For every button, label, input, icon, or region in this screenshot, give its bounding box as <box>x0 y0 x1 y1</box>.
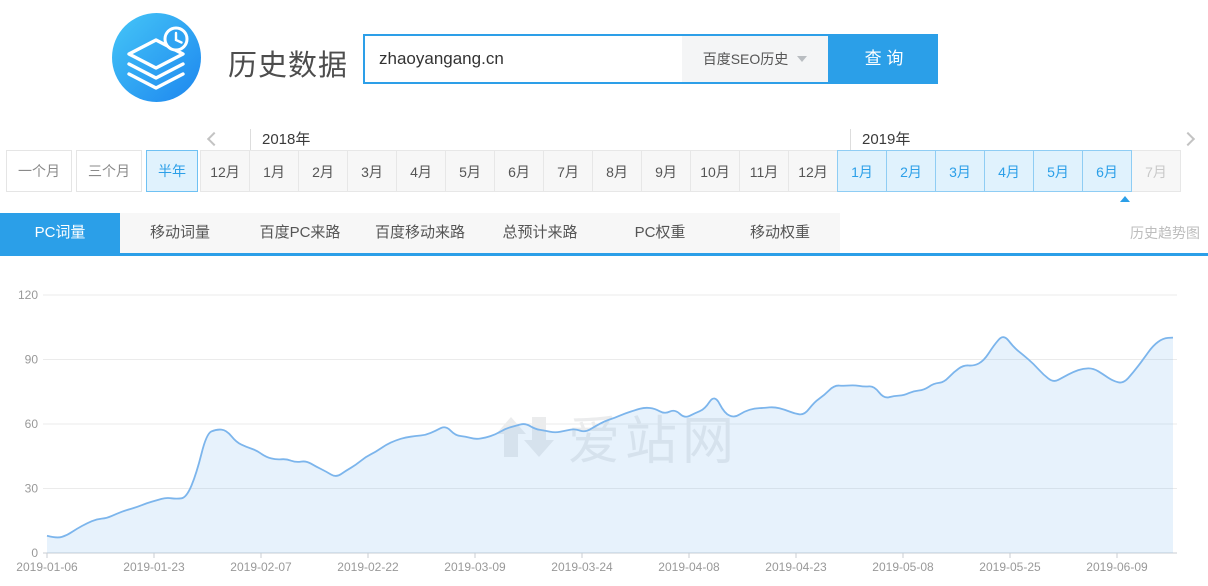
month-cell-2[interactable]: 2月 <box>298 150 348 192</box>
y-tick-label: 0 <box>31 546 38 560</box>
tab-0[interactable]: PC词量 <box>0 213 120 253</box>
month-cell-7[interactable]: 7月 <box>543 150 593 192</box>
metric-tab-bar: PC词量移动词量百度PC来路百度移动来路总预计来路PC权重移动权重 <box>0 213 840 253</box>
app-logo <box>112 13 201 102</box>
x-tick-label: 2019-05-08 <box>872 560 934 574</box>
month-cell-9[interactable]: 9月 <box>641 150 691 192</box>
month-cell-18[interactable]: 6月 <box>1082 150 1132 192</box>
month-cell-10[interactable]: 10月 <box>690 150 740 192</box>
y-tick-label: 60 <box>25 417 39 431</box>
x-tick-label: 2019-01-23 <box>123 560 185 574</box>
period-tab-0[interactable]: 一个月 <box>6 150 72 192</box>
y-tick-label: 90 <box>25 353 39 367</box>
month-cell-19: 7月 <box>1131 150 1181 192</box>
x-tick-label: 2019-06-09 <box>1086 560 1148 574</box>
x-tick-label: 2019-03-09 <box>444 560 506 574</box>
tab-5[interactable]: PC权重 <box>600 213 720 253</box>
year-label-1: 2019年 <box>850 129 910 150</box>
query-button[interactable]: 查 询 <box>830 34 938 84</box>
period-tabs: 一个月三个月半年 <box>6 150 198 192</box>
month-cell-0[interactable]: 12月 <box>200 150 250 192</box>
history-data-page: 历史数据 百度SEO历史 查 询 一个月三个月半年 2018年 2019年 12月… <box>0 0 1208 586</box>
month-cell-12[interactable]: 12月 <box>788 150 838 192</box>
current-month-marker <box>1120 196 1130 202</box>
tab-6[interactable]: 移动权重 <box>720 213 840 253</box>
page-title: 历史数据 <box>228 42 348 84</box>
month-cell-4[interactable]: 4月 <box>396 150 446 192</box>
pc-keywords-trend-chart: 0 30 60 90 120 2019-01-06 2019-01-23 2019-02-07… <box>0 270 1208 586</box>
chevron-left-icon[interactable] <box>207 132 221 146</box>
series-area <box>47 337 1173 553</box>
y-tick-label: 30 <box>25 482 39 496</box>
period-tab-2[interactable]: 半年 <box>146 150 198 192</box>
month-cell-14[interactable]: 2月 <box>886 150 936 192</box>
x-tick-label: 2019-02-07 <box>230 560 292 574</box>
period-tab-1[interactable]: 三个月 <box>76 150 142 192</box>
x-tick-label: 2019-05-25 <box>979 560 1041 574</box>
tab-4[interactable]: 总预计来路 <box>480 213 600 253</box>
tab-underline <box>0 253 1208 256</box>
month-cell-15[interactable]: 3月 <box>935 150 985 192</box>
history-data-logo-icon <box>112 13 201 102</box>
month-cell-11[interactable]: 11月 <box>739 150 789 192</box>
x-tick-label: 2019-02-22 <box>337 560 399 574</box>
chevron-down-icon <box>797 56 807 62</box>
month-row: 12月1月2月3月4月5月6月7月8月9月10月11月12月1月2月3月4月5月… <box>200 150 1181 192</box>
search-box: 百度SEO历史 <box>363 34 830 84</box>
tab-2[interactable]: 百度PC来路 <box>240 213 360 253</box>
x-tick-label: 2019-04-08 <box>658 560 720 574</box>
month-cell-1[interactable]: 1月 <box>249 150 299 192</box>
chevron-right-icon[interactable] <box>1181 132 1195 146</box>
month-cell-5[interactable]: 5月 <box>445 150 495 192</box>
trend-chart-label: 历史趋势图 <box>1130 213 1200 253</box>
y-tick-label: 120 <box>18 288 38 302</box>
x-tick-label: 2019-04-23 <box>765 560 827 574</box>
month-cell-3[interactable]: 3月 <box>347 150 397 192</box>
tab-1[interactable]: 移动词量 <box>120 213 240 253</box>
year-label-0: 2018年 <box>250 129 310 150</box>
domain-search-input[interactable] <box>365 36 682 82</box>
x-tick-label: 2019-01-06 <box>16 560 78 574</box>
tab-3[interactable]: 百度移动来路 <box>360 213 480 253</box>
month-cell-13[interactable]: 1月 <box>837 150 887 192</box>
month-cell-17[interactable]: 5月 <box>1033 150 1083 192</box>
search-type-label: 百度SEO历史 <box>703 49 789 69</box>
month-cell-16[interactable]: 4月 <box>984 150 1034 192</box>
search-type-select[interactable]: 百度SEO历史 <box>682 36 828 82</box>
month-cell-6[interactable]: 6月 <box>494 150 544 192</box>
month-cell-8[interactable]: 8月 <box>592 150 642 192</box>
x-tick-label: 2019-03-24 <box>551 560 613 574</box>
